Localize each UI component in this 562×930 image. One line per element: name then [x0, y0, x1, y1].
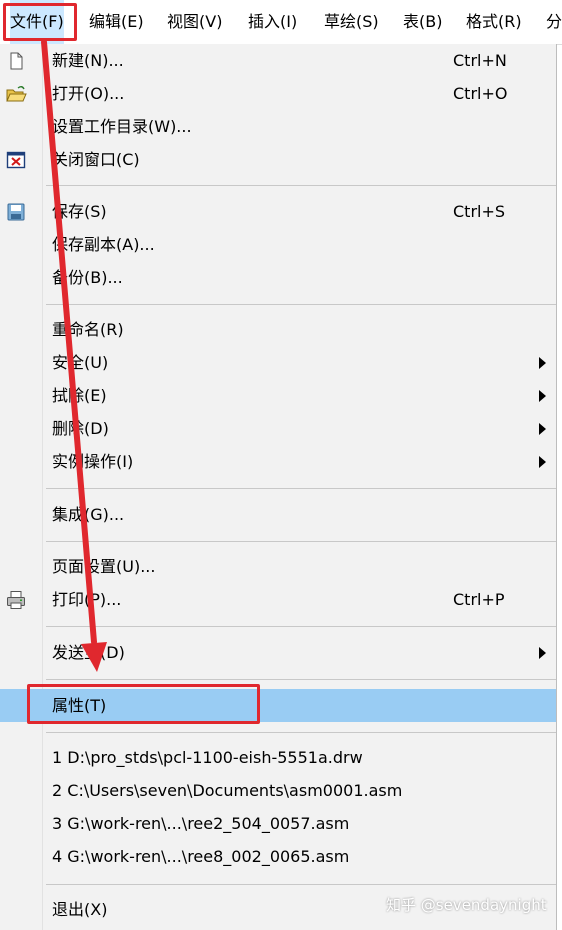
file-dropdown-menu: 新建(N)... Ctrl+N 打开(O)... Ctrl+O 设置工作目录(W…: [0, 44, 557, 930]
separator: [46, 679, 556, 680]
recent-file-4[interactable]: 4 G:\work-ren\...\ree8_002_0065.asm: [0, 842, 556, 872]
new-document-icon: [10, 52, 23, 70]
menu-item-label: 集成(G)...: [52, 505, 125, 524]
menu-item-save-copy[interactable]: 保存副本(A)...: [0, 230, 556, 260]
menu-item-print[interactable]: 打印(P)... Ctrl+P: [0, 585, 556, 615]
submenu-arrow-icon: [539, 423, 546, 435]
menu-item-delete[interactable]: 删除(D): [0, 414, 556, 444]
menu-item-label: 保存(S): [52, 202, 107, 221]
menu-item-shortcut: Ctrl+N: [453, 51, 507, 70]
menu-item-erase[interactable]: 拭除(E): [0, 381, 556, 411]
menu-item-open[interactable]: 打开(O)... Ctrl+O: [0, 79, 556, 109]
printer-icon: [7, 591, 25, 609]
menu-item-properties[interactable]: 属性(T): [0, 689, 556, 722]
menu-item-new[interactable]: 新建(N)... Ctrl+N: [0, 46, 556, 76]
submenu-arrow-icon: [539, 357, 546, 369]
submenu-arrow-icon: [539, 647, 546, 659]
open-folder-icon: [6, 86, 27, 102]
menu-item-label: 打印(P)...: [52, 590, 122, 609]
menu-item-label: 页面设置(U)...: [52, 557, 156, 576]
menu-item-label: 安全(U): [52, 353, 109, 372]
recent-file-2[interactable]: 2 C:\Users\seven\Documents\asm0001.asm: [0, 776, 556, 806]
menu-bar: 文件(F) 编辑(E) 视图(V) 插入(I) 草绘(S) 表(B) 格式(R)…: [0, 0, 562, 45]
separator: [46, 304, 556, 305]
menu-item-label: 发送至(D): [52, 643, 125, 662]
menu-item-label: 拭除(E): [52, 386, 107, 405]
menu-item-integrate[interactable]: 集成(G)...: [0, 500, 556, 530]
menu-insert[interactable]: 插入(I): [248, 0, 297, 44]
separator: [46, 626, 556, 627]
recent-file-3[interactable]: 3 G:\work-ren\...\ree2_504_0057.asm: [0, 809, 556, 839]
menu-item-shortcut: Ctrl+S: [453, 202, 506, 221]
separator: [46, 732, 556, 733]
menu-view[interactable]: 视图(V): [167, 0, 222, 44]
menu-sketch[interactable]: 草绘(S): [324, 0, 379, 44]
menu-item-label: 设置工作目录(W)...: [52, 117, 192, 136]
save-disk-icon: [7, 203, 25, 221]
separator: [46, 185, 556, 186]
menu-item-set-working-dir[interactable]: 设置工作目录(W)...: [0, 112, 556, 142]
menu-item-label: 关闭窗口(C): [52, 150, 140, 169]
menu-more[interactable]: 分: [546, 0, 562, 44]
separator: [46, 884, 556, 885]
menu-item-label: 备份(B)...: [52, 268, 123, 287]
menu-item-instance-ops[interactable]: 实例操作(I): [0, 447, 556, 477]
menu-item-label: 重命名(R): [52, 320, 124, 339]
separator: [46, 488, 556, 489]
menu-item-label: 保存副本(A)...: [52, 235, 155, 254]
menu-item-rename[interactable]: 重命名(R): [0, 315, 556, 345]
menu-item-label: 打开(O)...: [52, 84, 125, 103]
menu-item-label: 1 D:\pro_stds\pcl-1100-eish-5551a.drw: [52, 748, 363, 767]
menu-item-close-window[interactable]: 关闭窗口(C): [0, 145, 556, 175]
menu-item-label: 属性(T): [52, 696, 107, 715]
separator: [46, 541, 556, 542]
menu-item-backup[interactable]: 备份(B)...: [0, 263, 556, 293]
menu-table[interactable]: 表(B): [403, 0, 442, 44]
menu-item-send-to[interactable]: 发送至(D): [0, 638, 556, 668]
menu-item-label: 实例操作(I): [52, 452, 134, 471]
menu-item-label: 新建(N)...: [52, 51, 124, 70]
menu-item-shortcut: Ctrl+P: [453, 590, 505, 609]
menu-edit[interactable]: 编辑(E): [89, 0, 144, 44]
submenu-arrow-icon: [539, 456, 546, 468]
menu-item-label: 退出(X): [52, 900, 108, 919]
menu-item-security[interactable]: 安全(U): [0, 348, 556, 378]
menu-item-label: 2 C:\Users\seven\Documents\asm0001.asm: [52, 781, 403, 800]
menu-item-save[interactable]: 保存(S) Ctrl+S: [0, 197, 556, 227]
menu-item-page-setup[interactable]: 页面设置(U)...: [0, 552, 556, 582]
menu-item-label: 3 G:\work-ren\...\ree2_504_0057.asm: [52, 814, 350, 833]
menu-file[interactable]: 文件(F): [10, 0, 64, 44]
watermark: 知乎 @sevendaynight: [386, 896, 547, 914]
menu-item-label: 删除(D): [52, 419, 109, 438]
submenu-arrow-icon: [539, 390, 546, 402]
recent-file-1[interactable]: 1 D:\pro_stds\pcl-1100-eish-5551a.drw: [0, 743, 556, 773]
menu-format[interactable]: 格式(R): [466, 0, 522, 44]
menu-item-label: 4 G:\work-ren\...\ree8_002_0065.asm: [52, 847, 350, 866]
close-window-icon: [6, 151, 26, 169]
menu-item-shortcut: Ctrl+O: [453, 84, 508, 103]
